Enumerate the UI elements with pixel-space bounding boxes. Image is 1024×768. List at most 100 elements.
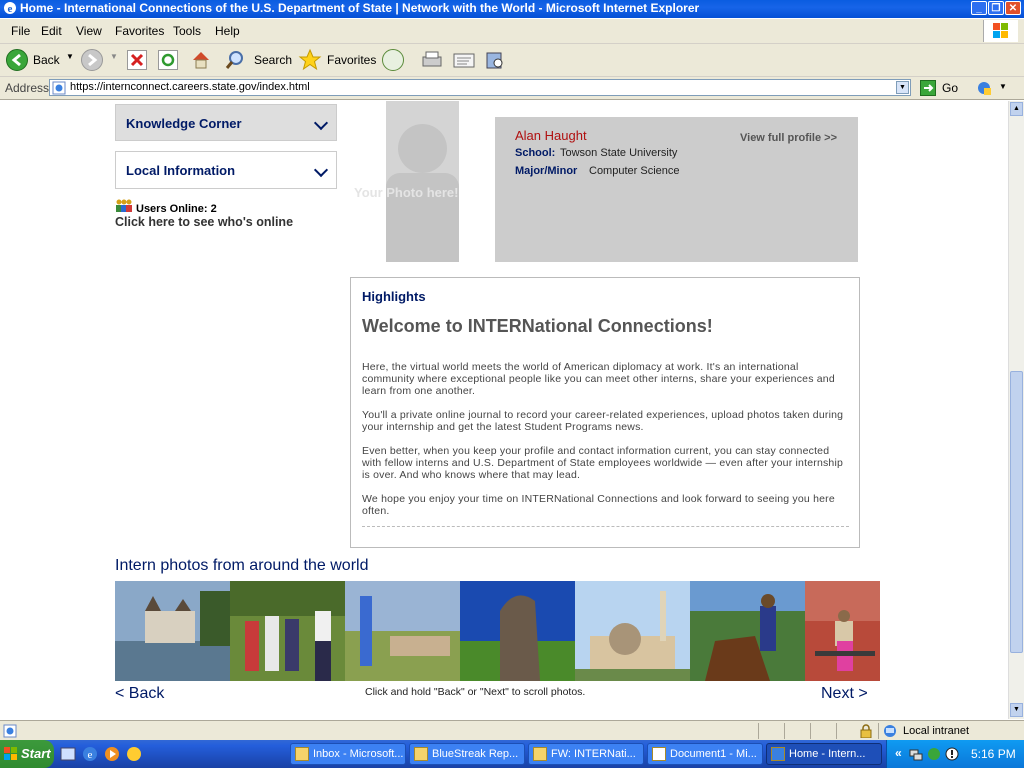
favorites-star-icon[interactable] <box>298 48 322 72</box>
sidebar-item-local-information[interactable]: Local Information <box>115 151 337 189</box>
quicklaunch-ie-icon[interactable]: e <box>82 746 98 762</box>
users-icon <box>116 199 132 212</box>
edit-icon[interactable] <box>452 49 476 71</box>
home-icon[interactable] <box>190 49 212 71</box>
photo-placeholder[interactable] <box>386 101 459 262</box>
school-label: School: <box>515 147 556 159</box>
windows-flag-icon <box>993 23 1008 38</box>
ie-icon: e <box>4 2 16 15</box>
gallery-hint: Click and hold "Back" or "Next" to scrol… <box>365 686 586 698</box>
task-home-internet[interactable]: Home - Intern... <box>766 743 882 765</box>
svg-text:e: e <box>88 749 93 761</box>
menu-favorites[interactable]: Favorites <box>115 24 164 38</box>
users-online-count: Users Online: 2 <box>136 203 217 215</box>
system-tray: « 5:16 PM <box>886 740 1024 768</box>
school-value: Towson State University <box>560 147 678 159</box>
sidebar-item-label: Local Information <box>126 163 236 178</box>
menu-file[interactable]: File <box>11 24 30 38</box>
closing-paragraph: We hope you enjoy your time on INTERNati… <box>362 493 835 517</box>
messenger-tray-icon[interactable] <box>927 747 941 761</box>
close-button[interactable]: ✕ <box>1005 1 1021 15</box>
address-url: https://internconnect.careers.state.gov/… <box>70 81 310 93</box>
vertical-scrollbar[interactable]: ▲ ▼ <box>1008 101 1024 719</box>
menu-view[interactable]: View <box>76 24 102 38</box>
page-icon <box>52 81 66 95</box>
task-bluestreak[interactable]: BlueStreak Rep... <box>409 743 525 765</box>
start-button[interactable]: Start <box>0 740 54 768</box>
maximize-button[interactable]: ❐ <box>988 1 1004 15</box>
profile-name[interactable]: Alan Haught <box>515 128 587 143</box>
major-label: Major/Minor <box>515 165 578 177</box>
task-fw-international[interactable]: FW: INTERNati... <box>528 743 644 765</box>
research-icon[interactable] <box>484 49 506 71</box>
windows-logo <box>983 20 1018 42</box>
minimize-button[interactable]: _ <box>971 1 987 15</box>
search-icon[interactable] <box>224 49 246 71</box>
start-label: Start <box>21 746 51 761</box>
outlook-icon <box>295 747 309 761</box>
taskbar: Start e Inbox - Microsoft... BlueStreak … <box>0 740 1024 768</box>
windows-flag-icon <box>4 747 17 760</box>
local-intranet-icon <box>884 725 896 737</box>
toolbar: Back ▼ ▼ Search Favorites <box>0 44 1024 77</box>
search-button[interactable]: Search <box>254 53 292 67</box>
scroll-thumb[interactable] <box>1010 371 1023 653</box>
major-value: Computer Science <box>589 165 680 177</box>
scroll-up-icon[interactable]: ▲ <box>1010 102 1023 116</box>
clock: 5:16 PM <box>971 747 1016 761</box>
scroll-down-icon[interactable]: ▼ <box>1010 703 1023 717</box>
quicklaunch-media-icon[interactable] <box>104 746 120 762</box>
chevron-down-icon <box>313 162 329 178</box>
menu-help[interactable]: Help <box>215 24 240 38</box>
welcome-title: Welcome to INTERNational Connections! <box>362 316 713 336</box>
stop-icon[interactable] <box>127 50 147 70</box>
alert-icon[interactable] <box>945 747 959 761</box>
history-icon[interactable] <box>382 49 404 71</box>
forward-dropdown-icon[interactable]: ▼ <box>110 52 118 61</box>
refresh-icon[interactable] <box>158 50 178 70</box>
view-full-profile-link[interactable]: View full profile >> <box>740 132 837 144</box>
menu-edit[interactable]: Edit <box>41 24 62 38</box>
lock-icon <box>860 724 872 738</box>
back-button[interactable]: Back <box>33 53 60 67</box>
word-icon <box>652 747 666 761</box>
links-icon[interactable] <box>976 80 992 96</box>
highlights-heading: Highlights <box>362 289 426 304</box>
address-input[interactable]: https://internconnect.careers.state.gov/… <box>49 79 911 96</box>
journal-paragraph: You'll a private online journal to recor… <box>362 409 844 433</box>
gallery-title: Intern photos from around the world <box>115 557 369 574</box>
back-arrow-icon[interactable] <box>6 49 28 71</box>
sidebar-item-knowledge-corner[interactable]: Knowledge Corner <box>115 104 337 141</box>
see-who-online-link[interactable]: Click here to see who's online <box>115 215 305 229</box>
menu-bar: File Edit View Favorites Tools Help <box>0 19 1024 44</box>
tray-expand-icon[interactable]: « <box>895 746 902 760</box>
go-button[interactable]: Go <box>942 81 958 95</box>
back-dropdown-icon[interactable]: ▼ <box>66 52 74 61</box>
task-document1[interactable]: Document1 - Mi... <box>647 743 763 765</box>
mail-icon <box>414 747 428 761</box>
gallery-next-link[interactable]: Next > <box>821 685 868 703</box>
intro-paragraph: Here, the virtual world meets the world … <box>362 361 835 397</box>
task-inbox[interactable]: Inbox - Microsoft... <box>290 743 406 765</box>
menu-tools[interactable]: Tools <box>173 24 201 38</box>
address-dropdown-icon[interactable]: ▼ <box>896 81 909 94</box>
address-bar: Address https://internconnect.careers.st… <box>0 77 1024 100</box>
window-title: Home - International Connections of the … <box>20 1 700 15</box>
address-label: Address <box>5 81 50 95</box>
intern-photos-image <box>115 581 880 681</box>
highlights-panel: Highlights Welcome to INTERNational Conn… <box>350 277 860 548</box>
print-icon[interactable] <box>420 49 444 71</box>
status-page-icon <box>3 724 17 738</box>
go-arrow-icon[interactable] <box>920 80 936 96</box>
forward-arrow-icon[interactable] <box>81 49 103 71</box>
avatar-head-icon <box>398 124 447 173</box>
gallery-back-link[interactable]: < Back <box>115 685 164 703</box>
links-dropdown-icon[interactable]: ▼ <box>999 82 1007 91</box>
network-icon[interactable] <box>909 747 923 761</box>
quicklaunch-outlook-icon[interactable] <box>60 746 76 762</box>
security-zone: Local intranet <box>903 725 970 737</box>
title-bar[interactable]: e Home - International Connections of th… <box>0 0 1024 18</box>
photo-strip[interactable] <box>115 581 880 681</box>
quicklaunch-messenger-icon[interactable] <box>126 746 142 762</box>
favorites-button[interactable]: Favorites <box>327 53 376 67</box>
